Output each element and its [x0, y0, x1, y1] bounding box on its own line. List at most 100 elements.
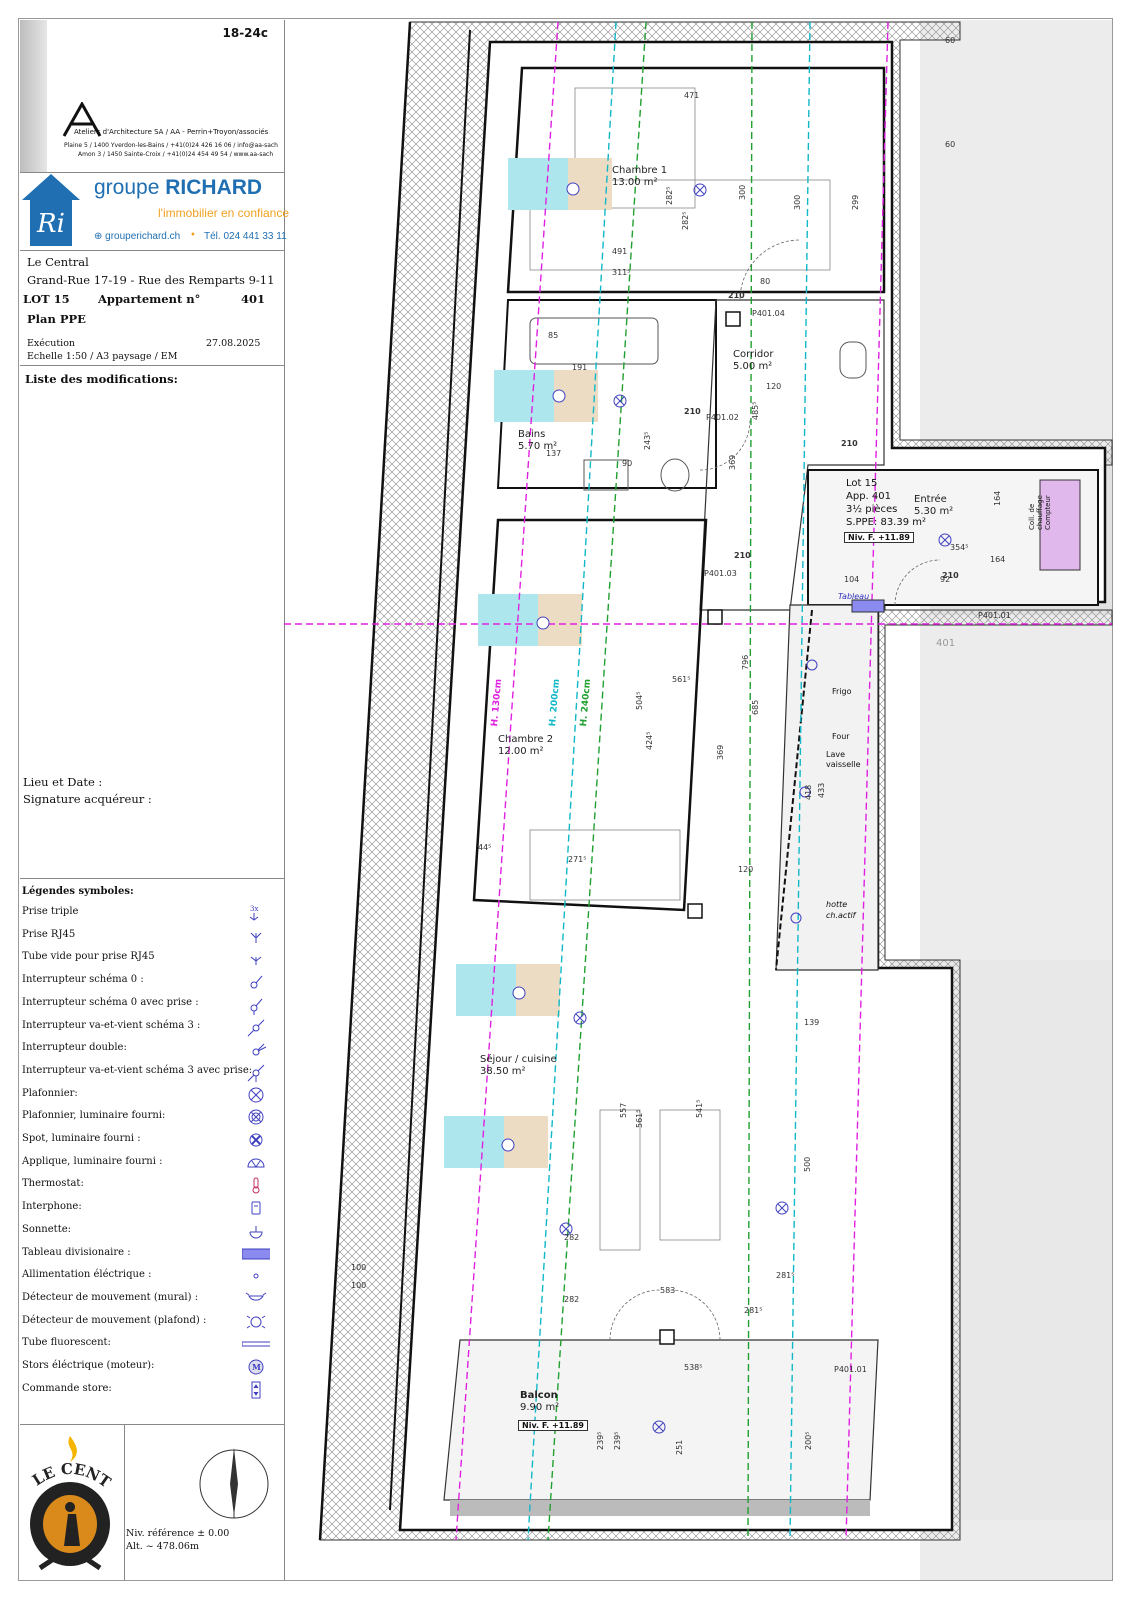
intercom-icon [251, 1201, 261, 1215]
dimension-label: 200⁵ [804, 1432, 813, 1450]
legend-item: Interrupteur va-et-vient schéma 3 : [22, 1016, 282, 1038]
legend-item-label: Tube fluorescent: [22, 1337, 111, 1349]
sheet-code: 18-24c [222, 26, 269, 40]
dimension-label: 100 [351, 1281, 366, 1290]
wall-motion-detector-icon [245, 1292, 267, 1301]
room-area: 38.50 m² [480, 1066, 526, 1077]
room-name: Balcon [520, 1390, 558, 1401]
legend-item-label: Prise RJ45 [22, 928, 76, 940]
legend-item-label: Commande store: [22, 1382, 112, 1394]
door-height: 210 [841, 439, 858, 448]
double-switch-icon [252, 1043, 267, 1056]
place-date-label: Lieu et Date : [23, 775, 103, 789]
legend-title: Légendes symboles: [22, 886, 134, 897]
phase: Exécution [27, 338, 76, 349]
dimension-label: 369 [728, 455, 737, 470]
room-name: Corridor [733, 349, 774, 360]
kitchen-lave: Lave [826, 750, 846, 759]
dimension-label: 239⁵ [596, 1432, 605, 1450]
door-height: 210 [684, 407, 701, 416]
dimension-label: 281⁵ [776, 1271, 794, 1280]
dimension-label: 164 [990, 555, 1005, 564]
reference-level: Niv. référence ± 0.00 [126, 1528, 230, 1539]
svg-text:M: M [252, 1362, 261, 1372]
dimension-label: 491 [612, 247, 627, 256]
modifications-title: Liste des modifications: [25, 372, 178, 386]
dimension-label: 369 [716, 745, 725, 760]
legend-item: Interrupteur va-et-vient schéma 3 avec p… [22, 1061, 282, 1083]
dimension-label: 541⁵ [695, 1100, 704, 1118]
dimension-label: 583 [660, 1286, 675, 1295]
legend-item: Interrupteur schéma 0 : [22, 970, 282, 992]
room-area: 9.90 m² [520, 1402, 559, 1413]
legend-item: Sonnette: [22, 1220, 282, 1242]
door-tag: P401.02 [706, 413, 739, 422]
door-tag: P401.03 [704, 569, 737, 578]
fluorescent-tube-icon [242, 1341, 270, 1347]
floor-plan: 300 300 299 471 491 311⁵ 282⁵ 282⁵ 80 85 191 137 90 1… [284, 20, 1114, 1580]
richard-house-logo-icon: Ri [22, 174, 80, 246]
dimension-label: 685 [751, 700, 760, 715]
heating-collector: Coll. de chauffage Compteur [1028, 495, 1052, 530]
promoter-brand: groupe RICHARD [94, 176, 262, 200]
tableau-label: Tableau [838, 592, 870, 601]
legend-item: Thermostat: [22, 1174, 282, 1196]
dimension-label: 191 [572, 363, 587, 372]
promoter-phone: Tél. 024 441 33 11 [204, 231, 287, 242]
lot-info-pieces: 3½ pièces [846, 504, 898, 515]
dimension-label: 243⁵ [643, 432, 652, 450]
legend-item-label: Interrupteur va-et-vient schéma 3 : [22, 1019, 201, 1031]
legend-item-label: Interrupteur double: [22, 1042, 127, 1054]
legend-item-label: Détecteur de mouvement (plafond) : [22, 1314, 207, 1326]
room-area: 5.00 m² [733, 361, 772, 372]
kitchen-charbon: ch.actif [826, 911, 856, 920]
legend-item-label: Interrupteur schéma 0 avec prise : [22, 996, 199, 1008]
signature-label: Signature acquéreur : [23, 792, 152, 806]
project-address: Grand-Rue 17-19 - Rue des Remparts 9-11 [27, 273, 275, 287]
thermostat-icon [252, 1177, 260, 1194]
ceiling-light-supplied-icon [248, 1109, 264, 1125]
room-area: 13.00 m² [612, 177, 658, 188]
legend-item-label: Plafonnier: [22, 1087, 78, 1099]
dimension-label: 282 [564, 1295, 579, 1304]
project-name: Le Central [27, 255, 89, 269]
dimension-label: 100 [351, 1263, 366, 1272]
kitchen-four: Four [832, 732, 850, 741]
dimension-label: 299 [851, 195, 860, 210]
legend-item: Allimentation éléctrique : [22, 1265, 282, 1287]
legend-item-label: Allimentation éléctrique : [22, 1269, 152, 1281]
dimension-label: 104 [844, 575, 859, 584]
lot-info-lot: Lot 15 [846, 478, 878, 489]
title-block: 18-24c Ateliers d'Architecture SA / AA -… [20, 20, 289, 1580]
distribution-board-icon [242, 1248, 270, 1259]
power-supply-icon [253, 1273, 259, 1279]
floor-plan-drawing: 300300 299471491311⁵282⁵282⁵8085191137901… [284, 20, 1113, 1580]
dimension-label: 120 [738, 865, 753, 874]
dimension-label: 90 [622, 459, 632, 468]
legend-item-label: Plafonnier, luminaire fourni: [22, 1110, 166, 1122]
dimension-label: 471 [684, 91, 699, 100]
dimension-label: 282⁵ [681, 212, 690, 230]
legend-item-label: Interrupteur schéma 0 : [22, 974, 144, 986]
door-tag: P401.01 [834, 1365, 867, 1374]
lot-label: LOT 15 [23, 292, 70, 306]
altitude: Alt. ~ 478.06m [126, 1541, 199, 1552]
two-way-switch-socket-icon [247, 1064, 265, 1082]
legend-item-label: Interrupteur va-et-vient schéma 3 avec p… [22, 1064, 253, 1076]
promoter-website[interactable]: ⊕ grouperichard.ch [94, 231, 180, 242]
legend-item-label: Interphone: [22, 1201, 82, 1213]
dimension-label: 561⁵ [635, 1110, 644, 1128]
svg-text:Ri: Ri [36, 209, 65, 239]
legend-item: Prise RJ45 [22, 925, 282, 947]
architect-address-2: Amon 3 / 1450 Sainte-Croix / +41(0)24 45… [78, 151, 274, 158]
triple-socket-icon: 3x [249, 905, 258, 921]
lot-info-sppe: S.PPE: 83.39 m² [846, 517, 927, 528]
dimension-label: 424⁵ [645, 732, 654, 750]
dimension-label: 557 [619, 1103, 628, 1118]
dimension-label: 796 [741, 655, 750, 670]
dimension-label: 271⁵ [568, 855, 586, 864]
room-area: 5.70 m² [518, 441, 557, 452]
blind-control-icon [251, 1381, 261, 1399]
ceiling-motion-detector-icon [246, 1315, 266, 1329]
switch-0-icon [250, 975, 263, 989]
